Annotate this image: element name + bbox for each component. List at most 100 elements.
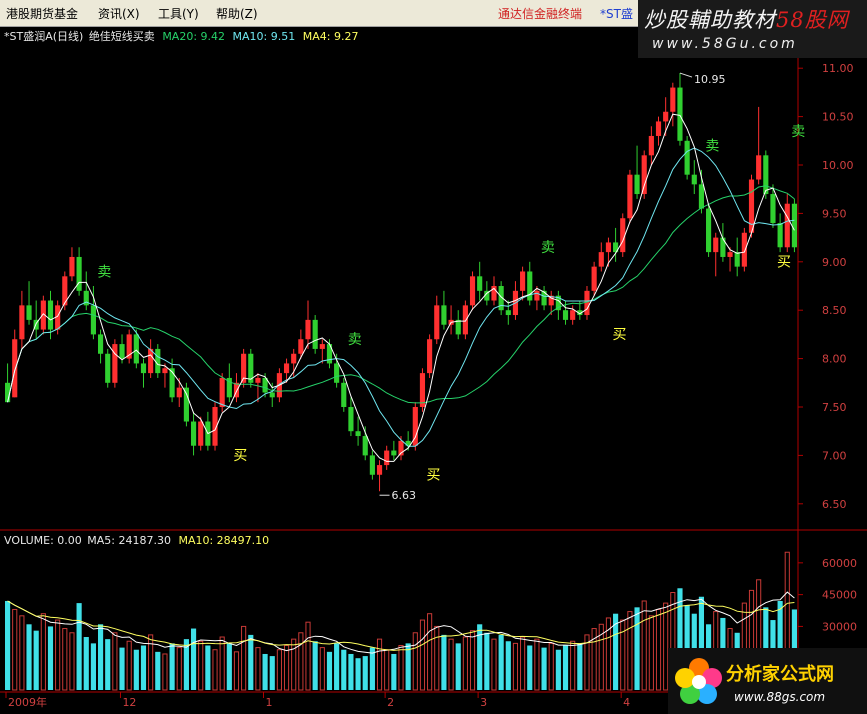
volume-bar-down: [262, 653, 268, 690]
watermark-title-main: 炒股輔助教材: [644, 8, 776, 32]
volume-tick-label: 30000: [822, 620, 857, 633]
volume-bar-down: [5, 600, 11, 690]
candle-up: [298, 339, 304, 354]
candle-up: [670, 87, 676, 112]
volume-bar-up: [520, 636, 526, 691]
menu-item-hk-futures-funds[interactable]: 港股期货基金: [6, 5, 78, 22]
candle-up: [148, 348, 154, 374]
menu-item-help[interactable]: 帮助(Z): [216, 5, 258, 22]
logo-name: 分析家公式网: [726, 664, 834, 685]
volume-bar-down: [562, 645, 569, 690]
volume-bar-up: [376, 638, 383, 691]
watermark-title: 炒股輔助教材58股网: [644, 4, 849, 34]
volume-ma10: MA10: 28497.10: [178, 534, 270, 547]
candle-down: [362, 436, 368, 456]
volume-bar-down: [455, 643, 461, 690]
volume-tick-label: 60000: [822, 557, 857, 570]
volume-bar-up: [176, 647, 182, 691]
candle-down: [348, 407, 354, 432]
candle-down: [312, 319, 318, 349]
volume-bar-down: [355, 658, 361, 690]
logo-url: www.88gs.com: [734, 690, 826, 704]
candle-down: [341, 382, 347, 407]
stock-tab-link[interactable]: *ST盛: [600, 5, 633, 22]
candle-up: [605, 242, 612, 253]
volume-bar-down: [169, 643, 175, 690]
candle-down: [691, 174, 697, 185]
candle-up: [598, 252, 604, 267]
candle-up: [469, 276, 476, 306]
candle-up: [741, 232, 747, 267]
volume-bar-down: [155, 651, 161, 690]
candle-up: [176, 387, 182, 398]
volume-bar-up: [19, 615, 25, 691]
volume-bar-up: [462, 636, 468, 691]
volume-bar-down: [341, 649, 347, 690]
candle-up: [219, 377, 225, 407]
volume-bar-up: [512, 642, 519, 691]
ma20-line: [7, 185, 795, 404]
candle-down: [269, 392, 275, 398]
volume-ma5-line: [7, 591, 795, 654]
volume-bar-up: [241, 625, 247, 691]
candle-up: [655, 121, 662, 136]
candle-down: [505, 310, 511, 316]
volume-bar-up: [291, 638, 297, 691]
volume-bar-up: [655, 608, 662, 691]
volume-bar-down: [541, 647, 547, 690]
watermark-title-brand: 58股网: [776, 8, 849, 32]
candle-up: [627, 174, 633, 219]
volume-value: VOLUME: 0.00: [4, 534, 82, 547]
high-price-label: 10.95: [694, 73, 726, 86]
volume-bar-down: [269, 656, 275, 690]
volume-bar-down: [505, 641, 511, 690]
candle-down: [777, 223, 783, 248]
candle-up: [376, 465, 383, 475]
volume-bar-up: [162, 653, 168, 691]
volume-bar-up: [641, 600, 647, 691]
candle-up: [384, 450, 390, 466]
candle-up: [434, 305, 440, 340]
volume-bar-up: [69, 632, 75, 691]
volume-bar-down: [484, 632, 490, 690]
site-logo: 分析家公式网 www.88gs.com: [668, 648, 867, 714]
volume-ma5: MA5: 24187.30: [87, 534, 171, 547]
candle-down: [190, 421, 197, 446]
candle-up: [784, 203, 790, 248]
sell-signal: 卖: [705, 138, 719, 154]
price-tick-label: 8.00: [822, 353, 847, 366]
volume-bar-up: [55, 619, 61, 691]
volume-bar-down: [634, 607, 640, 690]
price-tick-label: 6.50: [822, 498, 847, 511]
stock-name: *ST盛润A(日线): [4, 30, 84, 43]
volume-bar-down: [577, 643, 583, 690]
menu-item-news[interactable]: 资讯(X): [98, 5, 140, 22]
candle-up: [112, 344, 118, 383]
volume-bar-up: [276, 649, 282, 691]
candle-down: [720, 237, 726, 257]
volume-bar-down: [226, 643, 232, 690]
volume-bar-up: [648, 615, 654, 691]
price-tick-label: 7.00: [822, 449, 847, 462]
volume-bar-up: [112, 632, 118, 691]
price-tick-label: 11.00: [822, 62, 854, 75]
volume-bar-down: [133, 649, 139, 690]
volume-bar-up: [255, 647, 261, 691]
menu-item-tools[interactable]: 工具(Y): [158, 5, 199, 22]
price-tick-label: 9.00: [822, 256, 847, 269]
volume-bar-up: [319, 647, 325, 691]
price-tick-label: 10.00: [822, 159, 854, 172]
date-tick-label: 12: [122, 696, 136, 709]
sell-signal: 卖: [348, 332, 362, 348]
candle-up: [419, 373, 426, 407]
candle-up: [591, 266, 597, 291]
tdx-terminal-link[interactable]: 通达信金融终端: [498, 5, 582, 22]
ma20-value: MA20: 9.42: [162, 30, 226, 43]
candle-up: [305, 319, 311, 340]
volume-bar-down: [140, 645, 147, 690]
price-chart[interactable]: 11.00 10.50 10.00 9.50 9.00 8.50 8.00 7.50 7.00 6…: [0, 0, 867, 714]
volume-bar-up: [233, 651, 240, 691]
candle-down: [97, 334, 104, 354]
site-watermark: 炒股輔助教材58股网 www.58Gu.com: [638, 0, 867, 58]
candle-up: [69, 256, 75, 277]
